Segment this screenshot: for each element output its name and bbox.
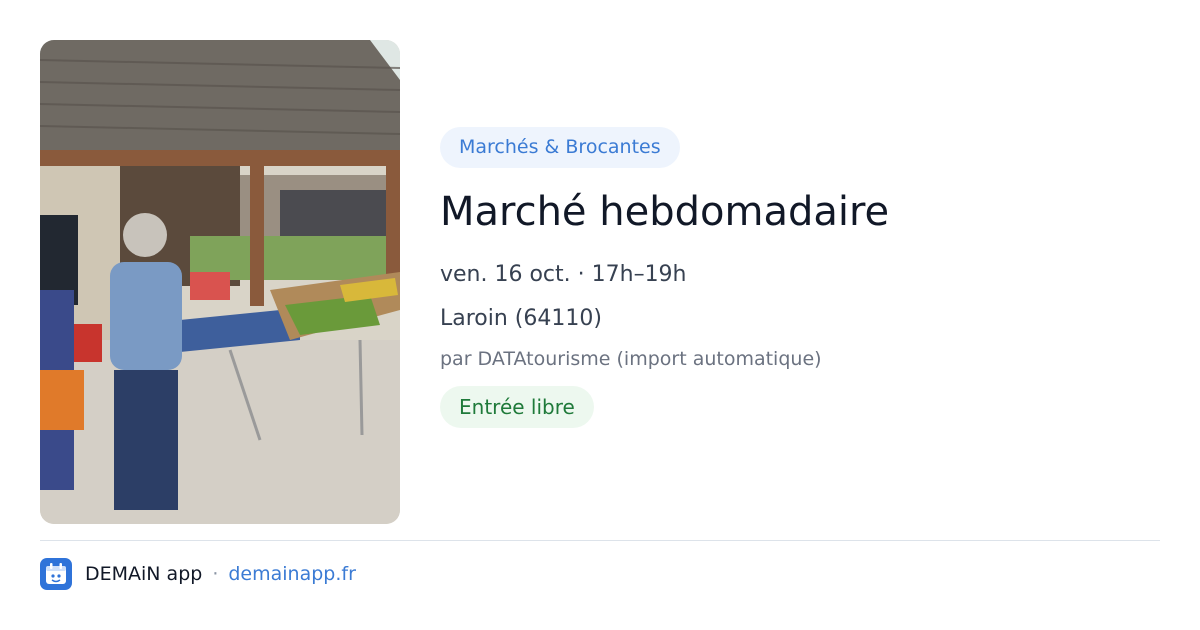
event-preview-card: Marchés & Brocantes Marché hebdomadaire … (0, 0, 1200, 630)
footer: DEMAiN app · demainapp.fr (40, 558, 356, 590)
price-badge: Entrée libre (440, 386, 594, 428)
app-name: DEMAiN app (85, 563, 203, 585)
footer-separator: · (212, 563, 219, 585)
site-link[interactable]: demainapp.fr (228, 563, 356, 585)
event-organizer: par DATAtourisme (import automatique) (440, 348, 822, 370)
demain-app-icon (40, 558, 72, 590)
event-location: Laroin (64110) (440, 306, 602, 331)
category-badge[interactable]: Marchés & Brocantes (440, 127, 680, 168)
event-photo (40, 40, 400, 524)
event-info: Marchés & Brocantes Marché hebdomadaire … (440, 127, 1140, 428)
event-title: Marché hebdomadaire (440, 189, 890, 235)
event-date-time: ven. 16 oct. · 17h–19h (440, 262, 687, 287)
footer-divider (40, 540, 1160, 541)
